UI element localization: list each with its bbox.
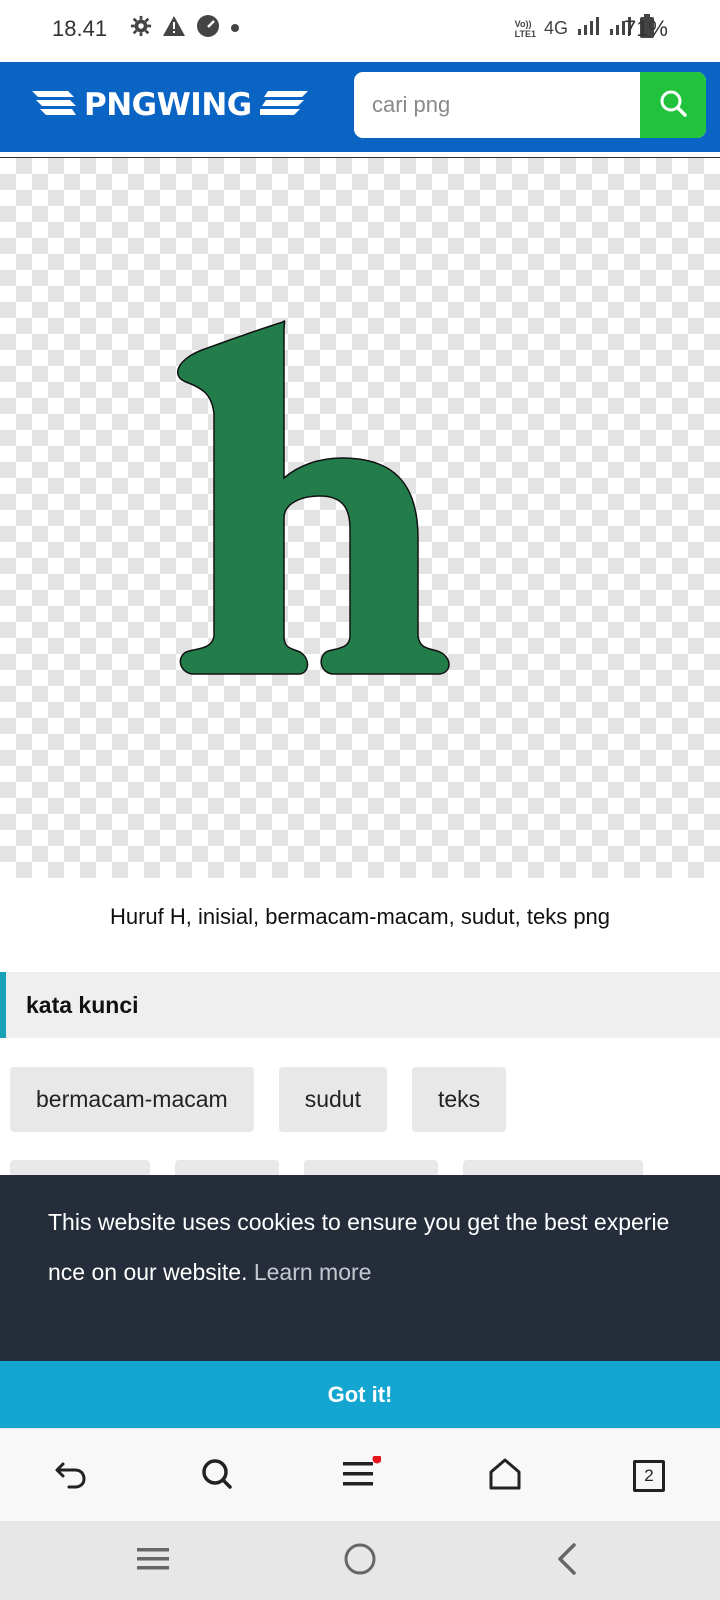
lte-label: LTE1 xyxy=(514,28,536,39)
png-preview[interactable] xyxy=(0,158,720,878)
image-caption: Huruf H, inisial, bermacam-macam, sudut,… xyxy=(109,904,611,929)
circle-home-icon xyxy=(342,1541,378,1582)
wing-left-icon xyxy=(28,89,78,122)
status-notification-icons xyxy=(130,14,240,43)
system-nav-bar xyxy=(0,1521,720,1600)
keywords-heading: kata kunci xyxy=(0,972,720,1038)
keywords-title: kata kunci xyxy=(26,992,139,1018)
chevron-left-icon xyxy=(552,1541,582,1582)
letter-h-image xyxy=(176,320,450,675)
wing-right-icon xyxy=(258,89,310,122)
tab-count: 2 xyxy=(644,1466,654,1485)
recent-apps-icon xyxy=(135,1544,171,1579)
home-nav-button[interactable] xyxy=(338,1539,382,1583)
learn-more-link[interactable]: Learn more xyxy=(254,1259,372,1285)
status-bar: 18.41 Vo)) LTE1 4G 71% xyxy=(0,0,720,62)
keyword-chip[interactable]: bermacam-macam xyxy=(10,1067,254,1132)
browser-toolbar: 2 xyxy=(0,1428,720,1521)
keyword-chip[interactable]: sudut xyxy=(278,1067,387,1132)
search-icon xyxy=(199,1456,235,1497)
site-logo[interactable]: PNGWING xyxy=(28,87,310,123)
warning-icon xyxy=(162,15,186,42)
dot-icon xyxy=(230,20,240,38)
network-type: 4G xyxy=(543,18,568,38)
tabs-icon: 2 xyxy=(633,1460,665,1492)
keyword-chip[interactable]: teks xyxy=(411,1067,507,1132)
search-icon xyxy=(658,88,688,123)
search-input[interactable] xyxy=(354,72,640,138)
home-button[interactable] xyxy=(480,1451,530,1501)
cookie-message-block: This website uses cookies to ensure you … xyxy=(48,1197,678,1297)
settings-icon xyxy=(130,15,152,42)
back-button[interactable] xyxy=(46,1451,96,1501)
keyword-chips: bermacam-macam sudut teks xyxy=(10,1067,507,1132)
recent-apps-button[interactable] xyxy=(131,1539,175,1583)
search-button[interactable] xyxy=(640,72,706,138)
volte-icon: Vo)) LTE1 xyxy=(515,19,536,39)
got-it-button[interactable]: Got it! xyxy=(0,1361,720,1428)
tabs-button[interactable]: 2 xyxy=(624,1451,674,1501)
cookie-banner: This website uses cookies to ensure you … xyxy=(0,1175,720,1361)
home-icon xyxy=(487,1456,523,1497)
undo-arrow-icon xyxy=(53,1456,89,1497)
search-tab-button[interactable] xyxy=(192,1451,242,1501)
logo-text: PNGWING xyxy=(84,87,252,123)
menu-icon xyxy=(341,1454,382,1497)
status-time: 18.41 xyxy=(52,16,108,41)
speedometer-icon xyxy=(196,14,220,43)
volte-label: Vo)) xyxy=(514,18,532,29)
back-nav-button[interactable] xyxy=(545,1539,589,1583)
signal-icon xyxy=(576,15,600,42)
battery-percent: 71% xyxy=(623,16,668,41)
site-header: PNGWING xyxy=(0,62,720,152)
menu-button[interactable] xyxy=(336,1451,386,1501)
search-box xyxy=(354,72,706,138)
